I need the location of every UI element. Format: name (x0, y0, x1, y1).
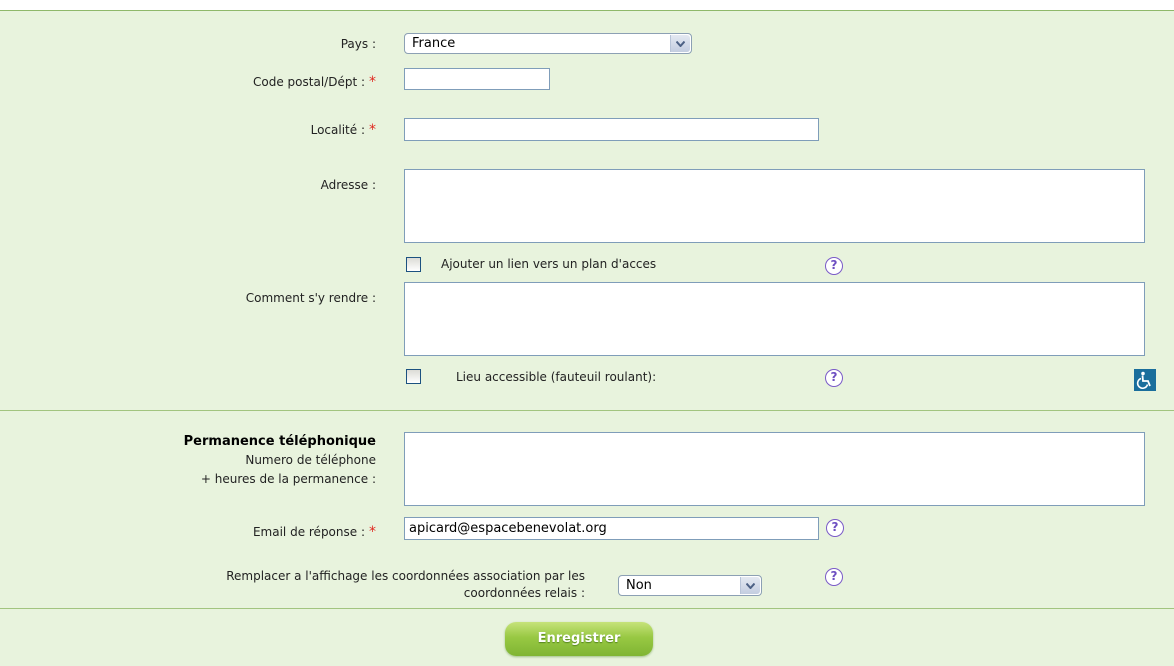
plan-acces-checkbox[interactable] (406, 257, 421, 272)
code-postal-label: Code postal/Dépt : * (253, 74, 376, 90)
lieu-accessible-label: Lieu accessible (fauteuil roulant): (456, 370, 657, 384)
remplacer-select[interactable]: Non (618, 575, 762, 596)
help-icon[interactable]: ? (825, 257, 843, 275)
localite-label: Localité : * (310, 122, 376, 138)
top-margin (0, 0, 1174, 10)
comment-sy-rendre-label: Comment s'y rendre : (245, 291, 376, 305)
permanence-line2: + heures de la permanence : (200, 472, 376, 486)
pays-label: Pays : (340, 37, 376, 51)
chevron-down-icon[interactable] (670, 35, 690, 52)
help-icon[interactable]: ? (825, 568, 843, 586)
top-divider (0, 10, 1174, 11)
permanence-label: Permanence téléphonique Numero de téléph… (184, 432, 376, 489)
help-icon[interactable]: ? (826, 519, 844, 537)
help-icon[interactable]: ? (825, 369, 843, 387)
chevron-down-icon[interactable] (740, 577, 760, 594)
localite-input[interactable] (404, 118, 819, 141)
permanence-title: Permanence téléphonique (183, 434, 376, 449)
address-form: Pays : France Code postal/Dépt : * Locali… (0, 0, 1174, 666)
permanence-textarea[interactable] (404, 432, 1145, 506)
enregistrer-button[interactable]: Enregistrer (505, 622, 653, 656)
remplacer-line1: Remplacer a l'affichage les coordonnées … (226, 569, 585, 583)
adresse-textarea[interactable] (404, 169, 1145, 243)
remplacer-label: Remplacer a l'affichage les coordonnées … (226, 568, 585, 602)
remplacer-select-value: Non (626, 578, 652, 593)
required-marker: * (369, 122, 376, 138)
comment-sy-rendre-textarea[interactable] (404, 282, 1145, 356)
permanence-line1: Numero de téléphone (245, 453, 376, 467)
plan-acces-label: Ajouter un lien vers un plan d'acces (441, 257, 657, 271)
email-label: Email de réponse : * (252, 524, 376, 540)
code-postal-input[interactable] (404, 68, 550, 90)
adresse-label: Adresse : (320, 178, 376, 192)
pays-select[interactable]: France (404, 33, 692, 54)
required-marker: * (369, 74, 376, 90)
lieu-accessible-checkbox[interactable] (406, 369, 421, 384)
remplacer-line2: coordonnées relais : (463, 586, 585, 600)
wheelchair-icon (1134, 369, 1156, 391)
email-input[interactable] (404, 517, 819, 540)
section-divider (0, 410, 1174, 411)
pays-select-value: France (412, 36, 456, 51)
section-divider (0, 608, 1174, 609)
required-marker: * (369, 524, 376, 540)
